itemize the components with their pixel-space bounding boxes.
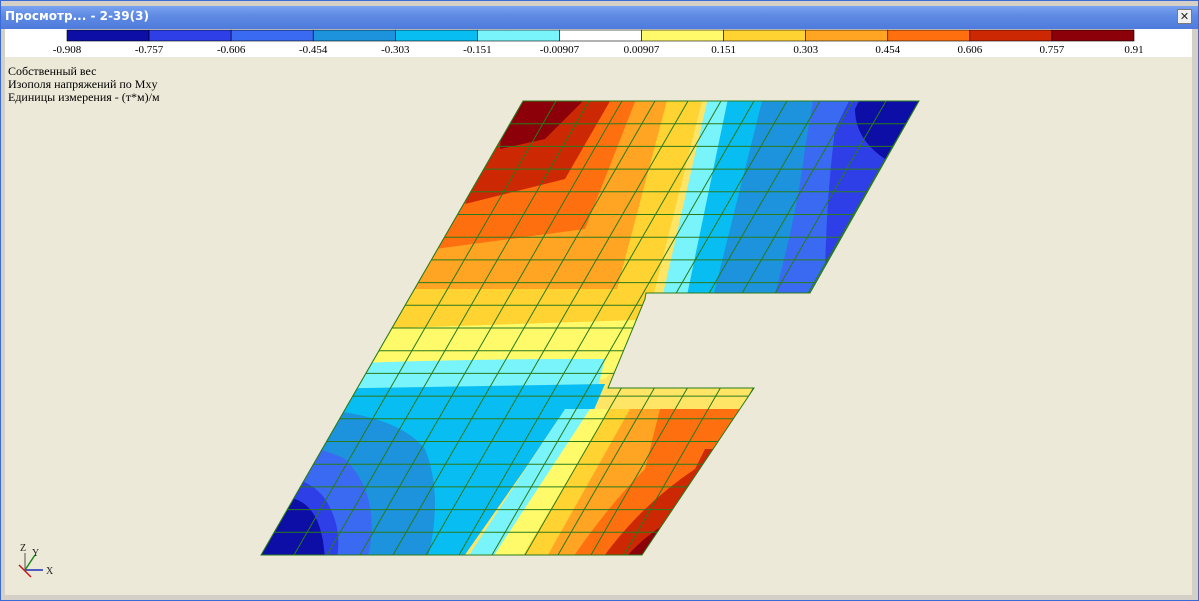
viewer-window: Просмотр... - 2-39(3) ✕ -0.908 -0.757 -0.6…: [0, 0, 1199, 601]
plot-canvas[interactable]: -0.908 -0.757 -0.606 -0.454 -0.303 -0.151 -0.0…: [5, 29, 1192, 595]
z-axis-label: Z: [20, 543, 26, 554]
axis-triad: Z Y X: [18, 543, 54, 578]
x-axis-label: X: [46, 566, 54, 577]
close-button[interactable]: ✕: [1177, 9, 1192, 24]
title-bar[interactable]: Просмотр... - 2-39(3) ✕: [1, 6, 1198, 29]
window-title: Просмотр... - 2-39(3): [5, 9, 149, 23]
close-icon: ✕: [1179, 10, 1190, 23]
contour-plot: Z Y X: [18, 100, 920, 578]
upper-positive-field: [305, 101, 705, 329]
stress-contours: [261, 101, 919, 555]
y-axis-label: Y: [32, 548, 39, 559]
element-mesh: [261, 101, 919, 555]
